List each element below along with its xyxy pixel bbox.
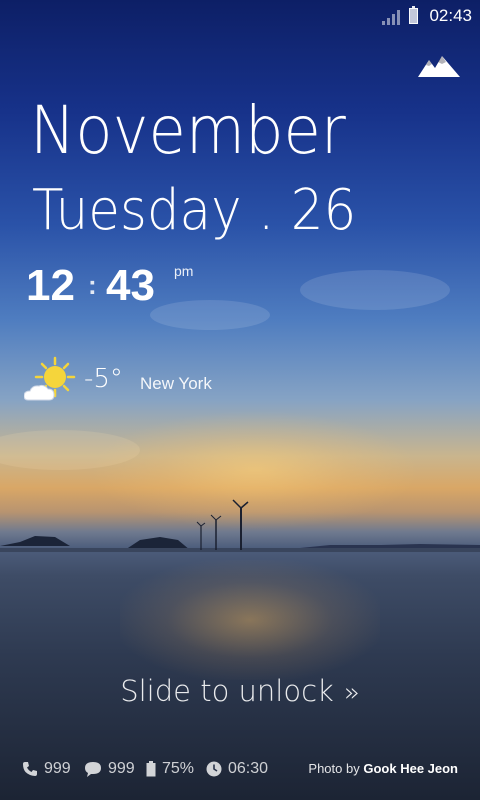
missed-calls-count: 999 xyxy=(44,760,71,777)
weather-city: New York xyxy=(140,374,212,393)
photo-credit[interactable]: Photo by Gook Hee Jeon xyxy=(308,761,458,776)
double-chevron-right-icon: » xyxy=(343,678,360,708)
battery-percent: 75% xyxy=(162,760,195,777)
message-icon xyxy=(85,762,101,777)
missed-calls[interactable]: 999 xyxy=(22,760,71,778)
sun-cloud-icon xyxy=(24,356,76,401)
photo-credit-prefix: Photo by xyxy=(308,761,360,776)
unread-messages-count: 999 xyxy=(108,760,135,777)
clock-separator: : xyxy=(88,270,97,300)
water-reflection xyxy=(120,560,380,680)
alarm-time: 06:30 xyxy=(228,760,269,777)
battery-level: 75% xyxy=(146,760,194,778)
weather-temperature: -5° xyxy=(84,364,123,394)
clock-hours: 12 xyxy=(26,261,75,310)
slide-to-unlock-label: Slide to unlock xyxy=(120,674,334,708)
photo-credit-author: Gook Hee Jeon xyxy=(363,761,458,776)
date-day: Tuesday . 26 xyxy=(32,178,357,243)
unread-messages[interactable]: 999 xyxy=(84,760,135,778)
date-month: November xyxy=(30,92,346,169)
clock-ampm: pm xyxy=(174,263,194,279)
status-time: 02:43 xyxy=(429,6,472,25)
clock-minutes: 43 xyxy=(106,261,155,310)
cloud-streak xyxy=(150,300,270,330)
next-alarm[interactable]: 06:30 xyxy=(206,760,268,778)
horizon-silhouette xyxy=(0,499,480,552)
cloud-streak xyxy=(300,270,450,310)
slide-to-unlock[interactable]: Slide to unlock » xyxy=(0,674,480,708)
mountain-icon[interactable] xyxy=(418,54,460,78)
notification-bar: 999 999 75% 06:30 Photo by Gook Hee Jeon xyxy=(0,758,480,782)
signal-icon xyxy=(382,10,400,25)
battery-level-icon xyxy=(146,761,156,777)
status-bar: 02:43 xyxy=(0,0,480,34)
clock-icon xyxy=(206,761,222,777)
battery-icon xyxy=(409,6,418,24)
phone-icon xyxy=(23,762,37,776)
